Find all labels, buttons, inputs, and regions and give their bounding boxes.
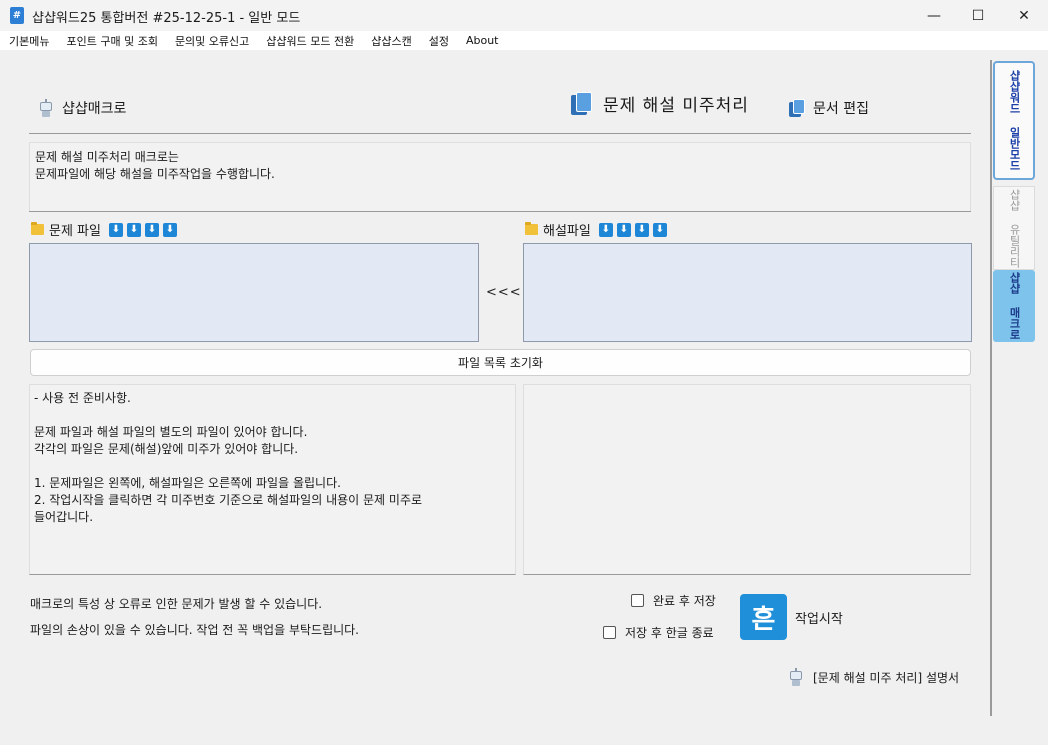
- answer-file-label: 해설파일: [543, 224, 591, 239]
- download-icon[interactable]: ⬇: [634, 222, 649, 237]
- close-after-checkbox[interactable]: [603, 626, 616, 639]
- folder-icon: [31, 222, 44, 235]
- tab-macro[interactable]: 샵샵 매크로: [993, 270, 1035, 342]
- doc-edit-label: 문서 편집: [813, 101, 869, 117]
- app-icon: #: [10, 7, 24, 24]
- close-after-label: 저장 후 한글 종료: [625, 626, 714, 640]
- menu-about[interactable]: About: [466, 34, 499, 47]
- description-box: 문제 해설 미주처리 매크로는 문제파일에 해당 해설을 미주작업을 수행합니다…: [29, 142, 971, 211]
- menu-inquiry[interactable]: 문의및 오류신고: [175, 33, 249, 49]
- header-divider: [29, 133, 971, 134]
- macro-header[interactable]: 샵샵매크로: [38, 98, 126, 118]
- menu-settings[interactable]: 설정: [429, 33, 449, 49]
- document-icon: [571, 91, 593, 116]
- download-icon[interactable]: ⬇: [126, 222, 141, 237]
- description-line-1: 문제 해설 미주처리 매크로는: [35, 150, 179, 164]
- reset-file-list-button[interactable]: 파일 목록 초기화: [30, 349, 971, 376]
- doc-edit-link[interactable]: 문서 편집: [789, 98, 869, 118]
- answer-file-dropzone[interactable]: [523, 243, 972, 342]
- folder-icon: [525, 222, 538, 235]
- robot-icon: [788, 668, 804, 686]
- window-title: 샵샵워드25 통합버전 #25-12-25-1 - 일반 모드: [32, 11, 301, 26]
- description-divider: [29, 211, 971, 212]
- start-button-hwp-icon[interactable]: 흔: [740, 594, 787, 640]
- answer-file-header: 해설파일 ⬇ ⬇ ⬇ ⬇: [525, 220, 667, 239]
- page-title-group: 문제 해설 미주처리: [571, 91, 749, 116]
- save-after-checkbox[interactable]: [631, 594, 644, 607]
- title-bar: # 샵샵워드25 통합버전 #25-12-25-1 - 일반 모드 — ☐ ✕: [0, 0, 1048, 31]
- menu-scan[interactable]: 샵샵스캔: [371, 33, 411, 49]
- close-after-option[interactable]: 저장 후 한글 종료: [603, 624, 714, 641]
- download-icon[interactable]: ⬇: [162, 222, 177, 237]
- menu-points[interactable]: 포인트 구매 및 조회: [66, 33, 157, 49]
- save-after-option[interactable]: 완료 후 저장: [631, 592, 716, 609]
- problem-file-header: 문제 파일 ⬇ ⬇ ⬇ ⬇: [31, 220, 177, 239]
- problem-file-dropzone[interactable]: [29, 243, 479, 342]
- download-icon[interactable]: ⬇: [108, 222, 123, 237]
- problem-file-label: 문제 파일: [49, 224, 101, 239]
- sidebar-divider: [990, 60, 992, 716]
- robot-icon: [38, 99, 54, 117]
- menu-basic[interactable]: 기본메뉴: [9, 33, 49, 49]
- manual-link[interactable]: [문제 해설 미주 처리] 설명서: [788, 668, 959, 686]
- log-box: [523, 384, 971, 575]
- save-after-label: 완료 후 저장: [653, 594, 716, 608]
- download-icon[interactable]: ⬇: [144, 222, 159, 237]
- document-edit-icon: [789, 99, 805, 117]
- close-button[interactable]: ✕: [1001, 0, 1047, 31]
- warning-line-1: 매크로의 특성 상 오류로 인한 문제가 발생 할 수 있습니다.: [30, 597, 323, 611]
- download-icon[interactable]: ⬇: [598, 222, 613, 237]
- instructions-box: - 사용 전 준비사항. 문제 파일과 해설 파일의 별도의 파일이 있어야 합…: [29, 384, 516, 575]
- page-title: 문제 해설 미주처리: [603, 96, 749, 116]
- start-label[interactable]: 작업시작: [795, 608, 843, 627]
- description-line-2: 문제파일에 해당 해설을 미주작업을 수행합니다.: [35, 167, 275, 181]
- warning-line-2: 파일의 손상이 있을 수 있습니다. 작업 전 꼭 백업을 부탁드립니다.: [30, 623, 360, 637]
- menu-mode-switch[interactable]: 샵샵워드 모드 전환: [266, 33, 354, 49]
- download-icon[interactable]: ⬇: [652, 222, 667, 237]
- manual-link-label: [문제 해설 미주 처리] 설명서: [813, 670, 960, 685]
- maximize-button[interactable]: ☐: [955, 0, 1001, 31]
- tab-general-mode[interactable]: 샵샵워드 일반모드: [993, 61, 1035, 180]
- menu-bar: 기본메뉴 포인트 구매 및 조회 문의및 오류신고 샵샵워드 모드 전환 샵샵스…: [0, 31, 1048, 50]
- minimize-button[interactable]: —: [911, 0, 957, 31]
- macro-label: 샵샵매크로: [62, 101, 127, 117]
- tab-utility[interactable]: 샵샵 유틸리티: [993, 186, 1035, 270]
- download-icon[interactable]: ⬇: [616, 222, 631, 237]
